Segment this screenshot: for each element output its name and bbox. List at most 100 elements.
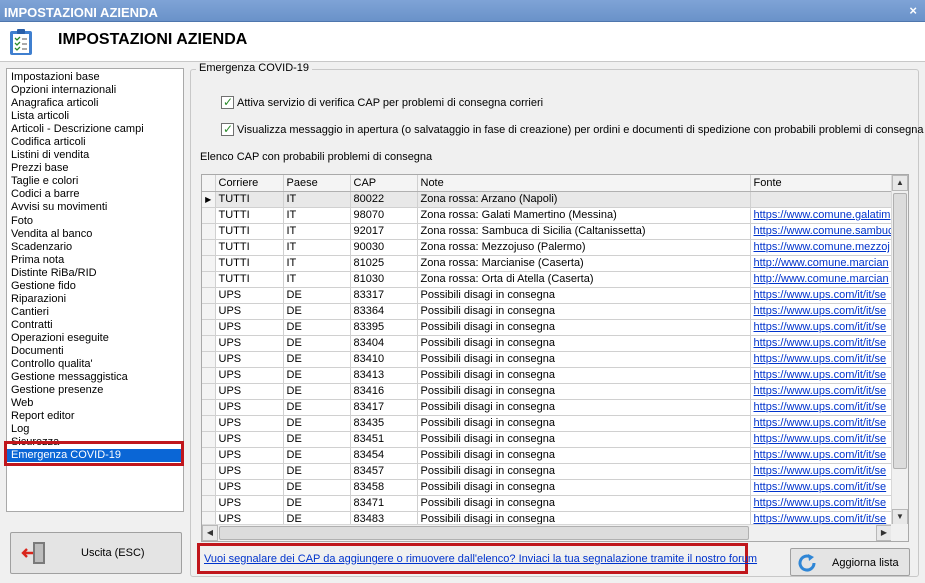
sidebar-item[interactable]: Lista articoli (7, 110, 183, 123)
table-row[interactable]: UPS DE 83413 Possibili disagi in consegna ht… (202, 367, 893, 384)
table-row[interactable]: UPS DE 83451 Possibili disagi in consegna ht… (202, 431, 893, 448)
row-indicator[interactable] (202, 223, 216, 240)
column-header[interactable]: Note (417, 175, 751, 192)
row-indicator[interactable] (202, 367, 216, 384)
table-cell[interactable]: https://www.ups.com/it/it/se (750, 383, 893, 400)
sidebar-item[interactable]: Taglie e colori (7, 175, 183, 188)
table-row[interactable]: UPS DE 83435 Possibili disagi in consegna ht… (202, 415, 893, 432)
scroll-left-icon[interactable]: ◀ (202, 525, 218, 541)
table-cell[interactable]: https://www.ups.com/it/it/se (750, 351, 893, 368)
table-row[interactable]: ▶ TUTTI IT 80022 Zona rossa: Arzano (Napoli) (202, 191, 893, 208)
row-indicator[interactable] (202, 319, 216, 336)
table-row[interactable]: UPS DE 83410 Possibili disagi in consegna ht… (202, 351, 893, 368)
sidebar-item[interactable]: Foto (7, 215, 183, 228)
row-indicator[interactable] (202, 351, 216, 368)
table-row[interactable]: UPS DE 83458 Possibili disagi in consegna ht… (202, 479, 893, 496)
table-cell[interactable]: https://www.ups.com/it/it/se (750, 415, 893, 432)
sidebar-item[interactable]: Documenti (7, 345, 183, 358)
table-row[interactable]: UPS DE 83364 Possibili disagi in consegna ht… (202, 303, 893, 320)
sidebar-item[interactable]: Gestione fido (7, 280, 183, 293)
row-indicator[interactable] (202, 495, 216, 512)
sidebar-item[interactable]: Gestione messaggistica (7, 371, 183, 384)
table-row[interactable]: TUTTI IT 98070 Zona rossa: Galati Mamertino… (202, 207, 893, 224)
table-row[interactable]: TUTTI IT 90030 Zona rossa: Mezzojuso (Paler… (202, 239, 893, 256)
table-cell[interactable]: https://www.ups.com/it/it/se (750, 303, 893, 320)
row-indicator[interactable] (202, 271, 216, 288)
sidebar-item[interactable]: Listini di vendita (7, 149, 183, 162)
scroll-up-icon[interactable]: ▲ (892, 175, 908, 191)
table-cell[interactable]: https://www.comune.sambuc (750, 223, 893, 240)
table-row[interactable]: UPS DE 83416 Possibili disagi in consegna ht… (202, 383, 893, 400)
row-indicator[interactable] (202, 383, 216, 400)
table-row[interactable]: UPS DE 83395 Possibili disagi in consegna ht… (202, 319, 893, 336)
column-header[interactable]: Corriere (215, 175, 284, 192)
table-cell[interactable]: https://www.ups.com/it/it/se (750, 495, 893, 512)
table-cell[interactable]: https://www.comune.galatim (750, 207, 893, 224)
table-cell[interactable]: https://www.ups.com/it/it/se (750, 479, 893, 496)
sidebar-item[interactable]: Cantieri (7, 306, 183, 319)
table-row[interactable]: UPS DE 83457 Possibili disagi in consegna ht… (202, 463, 893, 480)
close-icon[interactable]: × (909, 3, 917, 18)
sidebar-item[interactable]: Prima nota (7, 254, 183, 267)
row-indicator[interactable] (202, 239, 216, 256)
sidebar-item[interactable]: Scadenzario (7, 241, 183, 254)
column-header[interactable]: Fonte (750, 175, 893, 192)
row-indicator[interactable] (202, 463, 216, 480)
row-indicator[interactable] (202, 207, 216, 224)
sidebar-item[interactable]: Articoli - Descrizione campi (7, 123, 183, 136)
table-row[interactable]: TUTTI IT 81030 Zona rossa: Orta di Atella (… (202, 271, 893, 288)
vertical-scroll-thumb[interactable] (893, 193, 907, 469)
row-indicator[interactable] (202, 287, 216, 304)
sidebar-item[interactable]: Operazioni eseguite (7, 332, 183, 345)
row-indicator[interactable] (202, 415, 216, 432)
table-row[interactable]: UPS DE 83417 Possibili disagi in consegna ht… (202, 399, 893, 416)
current-row-arrow-icon[interactable]: ▶ (202, 191, 216, 208)
table-cell[interactable]: https://www.ups.com/it/it/se (750, 335, 893, 352)
table-cell[interactable]: https://www.ups.com/it/it/se (750, 463, 893, 480)
horizontal-scrollbar[interactable]: ◀ ▶ (202, 524, 892, 541)
enable-cap-check-label[interactable]: Attiva servizio di verifica CAP per prob… (237, 97, 543, 109)
row-indicator[interactable] (202, 303, 216, 320)
sidebar-item[interactable]: Avvisi su movimenti (7, 201, 183, 214)
sidebar-item[interactable]: Web (7, 397, 183, 410)
table-row[interactable]: UPS DE 83404 Possibili disagi in consegna ht… (202, 335, 893, 352)
sidebar-item[interactable]: Log (7, 423, 183, 436)
sidebar-item[interactable]: Gestione presenze (7, 384, 183, 397)
sidebar-item[interactable]: Prezzi base (7, 162, 183, 175)
forum-report-link[interactable]: Vuoi segnalare dei CAP da aggiungere o r… (204, 553, 757, 565)
row-indicator[interactable] (202, 335, 216, 352)
column-header[interactable]: CAP (350, 175, 418, 192)
vertical-scrollbar[interactable]: ▲ ▼ (891, 175, 908, 525)
table-cell[interactable]: https://www.ups.com/it/it/se (750, 431, 893, 448)
sidebar-item[interactable]: Report editor (7, 410, 183, 423)
table-row[interactable]: UPS DE 83317 Possibili disagi in consegna ht… (202, 287, 893, 304)
scroll-down-icon[interactable]: ▼ (892, 509, 908, 525)
enable-cap-check-checkbox[interactable]: ✓ (221, 95, 234, 109)
sidebar-item[interactable]: Contratti (7, 319, 183, 332)
table-cell[interactable]: https://www.ups.com/it/it/se (750, 367, 893, 384)
exit-button[interactable]: Uscita (ESC) (10, 532, 182, 574)
sidebar-item[interactable]: Opzioni internazionali (7, 84, 183, 97)
table-row[interactable]: TUTTI IT 92017 Zona rossa: Sambuca di Sicil… (202, 223, 893, 240)
sidebar-item[interactable]: Controllo qualita' (7, 358, 183, 371)
table-cell[interactable]: http://www.comune.marcian (750, 271, 893, 288)
scroll-right-icon[interactable]: ▶ (876, 525, 892, 541)
table-cell[interactable]: https://www.ups.com/it/it/se (750, 319, 893, 336)
row-indicator[interactable] (202, 479, 216, 496)
sidebar-item[interactable]: Codifica articoli (7, 136, 183, 149)
column-header[interactable]: Paese (283, 175, 351, 192)
cap-grid[interactable]: Corriere Paese CAP Note Fonte ▶ TUTTI IT 80022 Z… (201, 174, 909, 542)
table-cell[interactable]: https://www.ups.com/it/it/se (750, 287, 893, 304)
show-warning-label[interactable]: Visualizza messaggio in apertura (o salv… (237, 124, 923, 136)
row-indicator[interactable] (202, 431, 216, 448)
table-cell[interactable]: http://www.comune.marcian (750, 255, 893, 272)
refresh-list-button[interactable]: Aggiorna lista (790, 548, 910, 576)
sidebar-item[interactable]: Codici a barre (7, 188, 183, 201)
sidebar-item[interactable]: Distinte RiBa/RID (7, 267, 183, 280)
table-row[interactable]: UPS DE 83454 Possibili disagi in consegna ht… (202, 447, 893, 464)
table-cell[interactable]: https://www.ups.com/it/it/se (750, 399, 893, 416)
table-row[interactable]: TUTTI IT 81025 Zona rossa: Marcianise (Case… (202, 255, 893, 272)
sidebar-item[interactable]: Riparazioni (7, 293, 183, 306)
row-indicator[interactable] (202, 447, 216, 464)
row-indicator[interactable] (202, 255, 216, 272)
